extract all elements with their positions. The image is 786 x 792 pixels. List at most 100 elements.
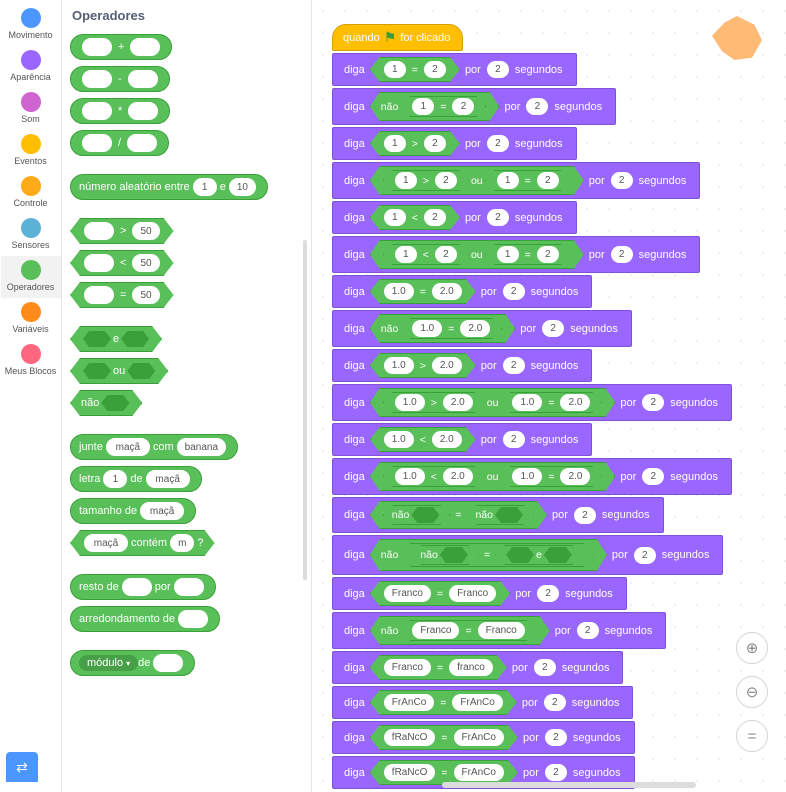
cmp-a[interactable]: 1.0 — [384, 431, 414, 448]
cmp-b[interactable]: 50 — [132, 286, 159, 304]
join-a[interactable]: maçã — [106, 438, 150, 456]
logic-block-e[interactable]: e — [70, 326, 162, 352]
bool-slot[interactable] — [101, 395, 129, 411]
cmp-block[interactable]: 1.0=2.0 — [500, 466, 602, 487]
say-block[interactable]: diganão=nãopor2segundos — [332, 497, 664, 533]
secs-input[interactable]: 2 — [634, 547, 656, 564]
say-block[interactable]: diga1.0=2.0por2segundos — [332, 275, 592, 308]
cmp-b[interactable]: 2.0 — [432, 283, 462, 300]
category-eventos[interactable]: Eventos — [1, 130, 61, 172]
secs-input[interactable]: 2 — [503, 283, 525, 300]
say-block[interactable]: diga1<2por2segundos — [332, 201, 577, 234]
secs-input[interactable]: 2 — [577, 622, 599, 639]
or-block[interactable]: 1<2ou1=2 — [370, 240, 584, 269]
eq-block[interactable]: não=e — [400, 543, 594, 567]
secs-input[interactable]: 2 — [487, 61, 509, 78]
zoom-reset-button[interactable]: = — [736, 720, 768, 752]
say-block[interactable]: diganãoFranco=Francopor2segundos — [332, 612, 666, 649]
cmp-a[interactable]: fRaNcO — [384, 729, 436, 746]
cmp-b[interactable]: 2 — [424, 61, 446, 78]
say-block[interactable]: diga1.0<2.0por2segundos — [332, 423, 592, 456]
secs-input[interactable]: 2 — [542, 320, 564, 337]
bool-slot[interactable] — [83, 363, 111, 379]
palette-scrollbar[interactable] — [303, 240, 307, 580]
category-operadores[interactable]: Operadores — [1, 256, 61, 298]
mod-a[interactable] — [122, 578, 152, 596]
bool-slot[interactable] — [440, 547, 468, 563]
cmp-a[interactable]: 1 — [384, 209, 406, 226]
cmp-a[interactable]: 1 — [497, 172, 519, 189]
cmp-block[interactable]: 1.0>2.0 — [383, 392, 485, 413]
say-block[interactable]: diga1<2ou1=2por2segundos — [332, 236, 700, 273]
cmp-b[interactable]: 2.0 — [432, 357, 462, 374]
arith-block--[interactable]: - — [70, 66, 170, 92]
say-block[interactable]: diganãonão=epor2segundos — [332, 535, 723, 575]
say-block[interactable]: diga1.0>2.0ou1.0=2.0por2segundos — [332, 384, 732, 421]
and-block[interactable]: e — [495, 545, 583, 565]
secs-input[interactable]: 2 — [537, 585, 559, 602]
cmp-a[interactable]: 1.0 — [384, 357, 414, 374]
arith-b[interactable] — [128, 70, 158, 88]
arith-block-+[interactable]: + — [70, 34, 172, 60]
not-block[interactable]: não1.0=2.0 — [370, 314, 515, 343]
say-block[interactable]: diga1>2por2segundos — [332, 127, 577, 160]
cmp-b[interactable]: 2 — [435, 172, 457, 189]
cmp-block[interactable]: 1=2 — [485, 170, 571, 191]
cmp-b[interactable]: 2 — [435, 246, 457, 263]
secs-input[interactable]: 2 — [544, 694, 566, 711]
compare-block[interactable]: =50 — [70, 282, 174, 308]
not-block[interactable]: não — [411, 545, 479, 565]
cmp-block[interactable]: 1=2 — [400, 96, 486, 117]
say-block[interactable]: diga1.0>2.0por2segundos — [332, 349, 592, 382]
say-block[interactable]: diganão1=2por2segundos — [332, 88, 616, 125]
bool-slot[interactable] — [495, 507, 523, 523]
cmp-a[interactable]: Franco — [412, 622, 459, 639]
category-aparência[interactable]: Aparência — [1, 46, 61, 88]
cmp-block[interactable]: Franco=Franco — [370, 581, 510, 606]
cmp-b[interactable]: 2 — [424, 135, 446, 152]
secs-input[interactable]: 2 — [487, 135, 509, 152]
cmp-a[interactable]: Franco — [384, 585, 431, 602]
secs-input[interactable]: 2 — [642, 468, 664, 485]
cmp-block[interactable]: Franco=franco — [370, 655, 507, 680]
cmp-a[interactable]: FrAnCo — [384, 694, 434, 711]
arith-block-/[interactable]: / — [70, 130, 169, 156]
arith-b[interactable] — [127, 134, 157, 152]
category-movimento[interactable]: Movimento — [1, 4, 61, 46]
cmp-a[interactable]: 1.0 — [412, 320, 442, 337]
cmp-b[interactable]: 2 — [452, 98, 474, 115]
contains-sub[interactable]: m — [170, 534, 194, 552]
join-block[interactable]: junte maçã com banana — [70, 434, 238, 460]
cmp-b[interactable]: 50 — [132, 222, 159, 240]
cmp-a[interactable]: 1 — [395, 246, 417, 263]
arith-a[interactable] — [82, 70, 112, 88]
say-block[interactable]: digaFrAnCo=FrAnCopor2segundos — [332, 686, 633, 719]
not-block[interactable]: não — [466, 505, 534, 525]
compare-block[interactable]: >50 — [70, 218, 174, 244]
not-block[interactable]: não1=2 — [370, 92, 500, 121]
length-str[interactable]: maçã — [140, 502, 184, 520]
cmp-block[interactable]: 1.0<2.0 — [370, 427, 476, 452]
contains-block[interactable]: maçã contém m ? — [70, 530, 215, 556]
random-b[interactable]: 10 — [229, 178, 256, 196]
not-block[interactable]: nãonão=e — [370, 539, 607, 571]
random-a[interactable]: 1 — [193, 178, 217, 196]
letter-idx[interactable]: 1 — [103, 470, 127, 488]
cmp-b[interactable]: Franco — [449, 585, 496, 602]
cmp-block[interactable]: 1>2 — [383, 170, 469, 191]
cmp-block[interactable]: 1<2 — [383, 244, 469, 265]
cmp-b[interactable]: 50 — [132, 254, 159, 272]
workspace-h-scrollbar[interactable] — [442, 782, 696, 788]
not-block[interactable]: não — [383, 505, 451, 525]
cmp-b[interactable]: 2.0 — [460, 320, 490, 337]
say-block[interactable]: diga1.0<2.0ou1.0=2.0por2segundos — [332, 458, 732, 495]
cmp-b[interactable]: FrAnCo — [454, 764, 504, 781]
cmp-a[interactable]: 1 — [412, 98, 434, 115]
say-block[interactable]: digaFranco=francopor2segundos — [332, 651, 623, 684]
mathop-dropdown[interactable]: módulo — [79, 655, 138, 671]
say-block[interactable]: diga1=2por2segundos — [332, 53, 577, 86]
say-block[interactable]: digaFranco=Francopor2segundos — [332, 577, 627, 610]
secs-input[interactable]: 2 — [503, 357, 525, 374]
secs-input[interactable]: 2 — [642, 394, 664, 411]
cmp-b[interactable]: FrAnCo — [452, 694, 502, 711]
